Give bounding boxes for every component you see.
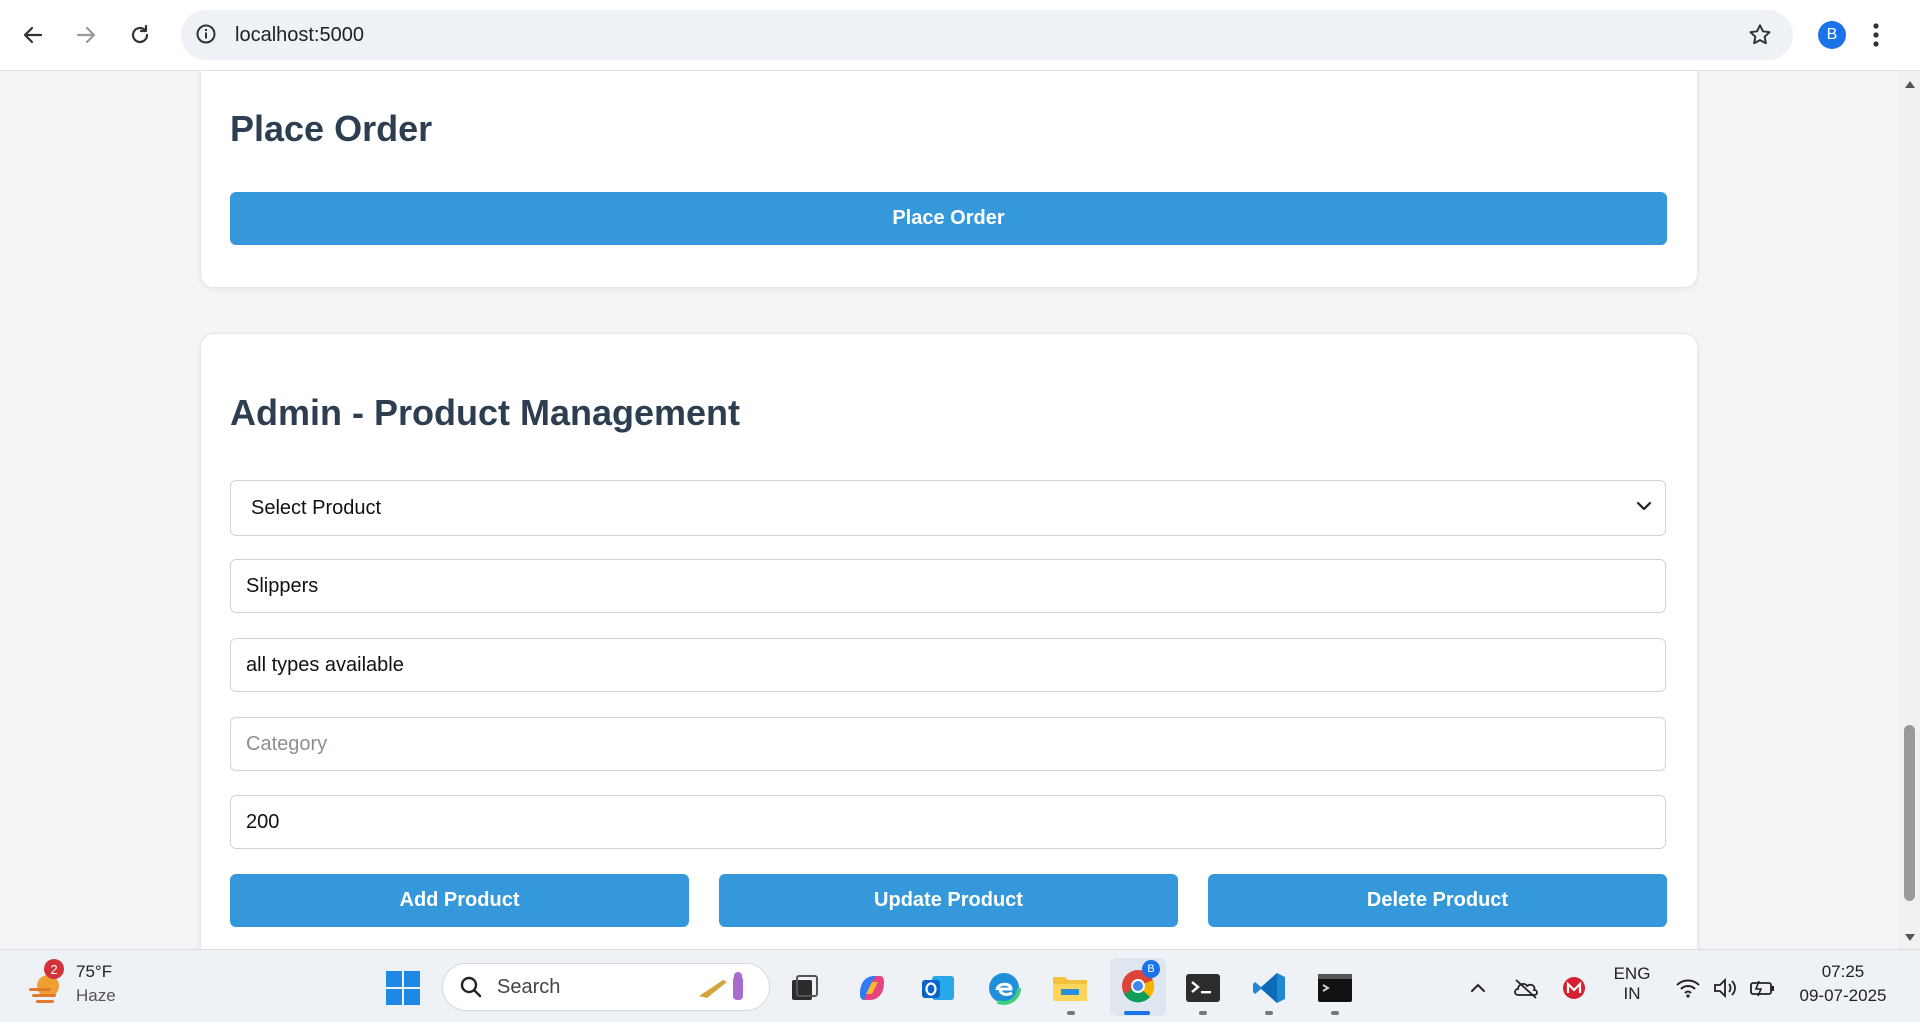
- copilot-icon[interactable]: [852, 968, 892, 1008]
- language-line1: ENG: [1613, 964, 1651, 983]
- explorer-running-dot: [1067, 1011, 1075, 1015]
- address-bar[interactable]: localhost:5000: [181, 10, 1793, 60]
- windows-start-icon[interactable]: [383, 968, 423, 1008]
- onedrive-icon[interactable]: [1506, 968, 1546, 1008]
- reload-button[interactable]: [122, 17, 158, 53]
- update-product-button[interactable]: Update Product: [719, 874, 1178, 927]
- page-viewport: Place Order Place Order Admin - Product …: [0, 71, 1898, 949]
- task-view-icon[interactable]: [784, 968, 824, 1008]
- weather-temp: 75°F: [76, 962, 113, 981]
- cmd-running-dot: [1331, 1011, 1339, 1015]
- terminal-running-dot: [1199, 1011, 1207, 1015]
- taskbar-search[interactable]: Search: [442, 963, 770, 1011]
- clock-date: 09-07-2025: [1799, 986, 1887, 1005]
- url-text: localhost:5000: [235, 24, 364, 46]
- product-description-input[interactable]: [230, 638, 1666, 692]
- admin-product-card: Admin - Product Management Select Produc…: [200, 333, 1698, 949]
- reload-icon: [131, 24, 149, 44]
- vscode-icon[interactable]: [1249, 968, 1289, 1008]
- search-label: Search: [497, 976, 561, 998]
- place-order-button[interactable]: Place Order: [230, 192, 1667, 245]
- terminal-icon[interactable]: [1183, 968, 1223, 1008]
- clock[interactable]: 07:25 09-07-2025: [1790, 962, 1896, 1006]
- product-name-input[interactable]: [230, 559, 1666, 613]
- weather-condition: Haze: [76, 986, 116, 1005]
- chrome-taskbar-item[interactable]: B: [1110, 958, 1166, 1016]
- forward-button[interactable]: [68, 17, 104, 53]
- scrollbar-thumb[interactable]: [1904, 725, 1915, 901]
- delete-product-button[interactable]: Delete Product: [1208, 874, 1667, 927]
- volume-icon[interactable]: [1705, 968, 1745, 1008]
- profile-avatar[interactable]: B: [1818, 21, 1846, 49]
- antivirus-icon[interactable]: [1554, 968, 1594, 1008]
- search-highlight-icon: [699, 972, 743, 1000]
- outlook-icon[interactable]: [918, 968, 958, 1008]
- back-arrow-icon: [23, 26, 43, 44]
- product-select-value: Select Product: [251, 496, 382, 519]
- wifi-icon[interactable]: [1668, 968, 1708, 1008]
- admin-title: Admin - Product Management: [230, 392, 741, 433]
- edge-icon[interactable]: [984, 968, 1024, 1008]
- taskbar: 2 75°F Haze Search B ENG IN 07:25 09-07-…: [0, 949, 1920, 1022]
- language-line2: IN: [1623, 984, 1641, 1003]
- weather-badge: 2: [44, 959, 64, 979]
- battery-icon[interactable]: [1742, 968, 1782, 1008]
- file-explorer-icon[interactable]: [1050, 968, 1090, 1008]
- browser-toolbar: localhost:5000 B: [0, 0, 1920, 71]
- place-order-title: Place Order: [230, 108, 433, 149]
- product-price-input[interactable]: [230, 795, 1666, 849]
- product-select[interactable]: Select Product: [230, 480, 1666, 536]
- clock-time: 07:25: [1821, 962, 1865, 981]
- browser-menu-icon[interactable]: [1872, 20, 1880, 55]
- site-info-icon[interactable]: [195, 23, 217, 50]
- chrome-profile-badge: B: [1142, 960, 1160, 978]
- chevron-down-icon: [1635, 497, 1653, 521]
- page-scrollbar[interactable]: [1899, 71, 1920, 949]
- forward-arrow-icon: [76, 26, 96, 44]
- bookmark-star-icon[interactable]: [1747, 22, 1773, 53]
- product-category-input[interactable]: [230, 717, 1666, 771]
- back-button[interactable]: [15, 17, 51, 53]
- language-indicator[interactable]: ENG IN: [1610, 964, 1654, 1004]
- add-product-button[interactable]: Add Product: [230, 874, 689, 927]
- scroll-down-icon[interactable]: [1904, 933, 1916, 943]
- place-order-card: Place Order Place Order: [200, 71, 1698, 288]
- chevron-up-icon[interactable]: [1458, 968, 1498, 1008]
- scroll-up-icon[interactable]: [1904, 79, 1916, 89]
- vscode-running-dot: [1265, 1011, 1273, 1015]
- search-icon: [460, 976, 482, 998]
- chrome-active-indicator: [1124, 1011, 1150, 1015]
- command-prompt-icon[interactable]: [1315, 968, 1355, 1008]
